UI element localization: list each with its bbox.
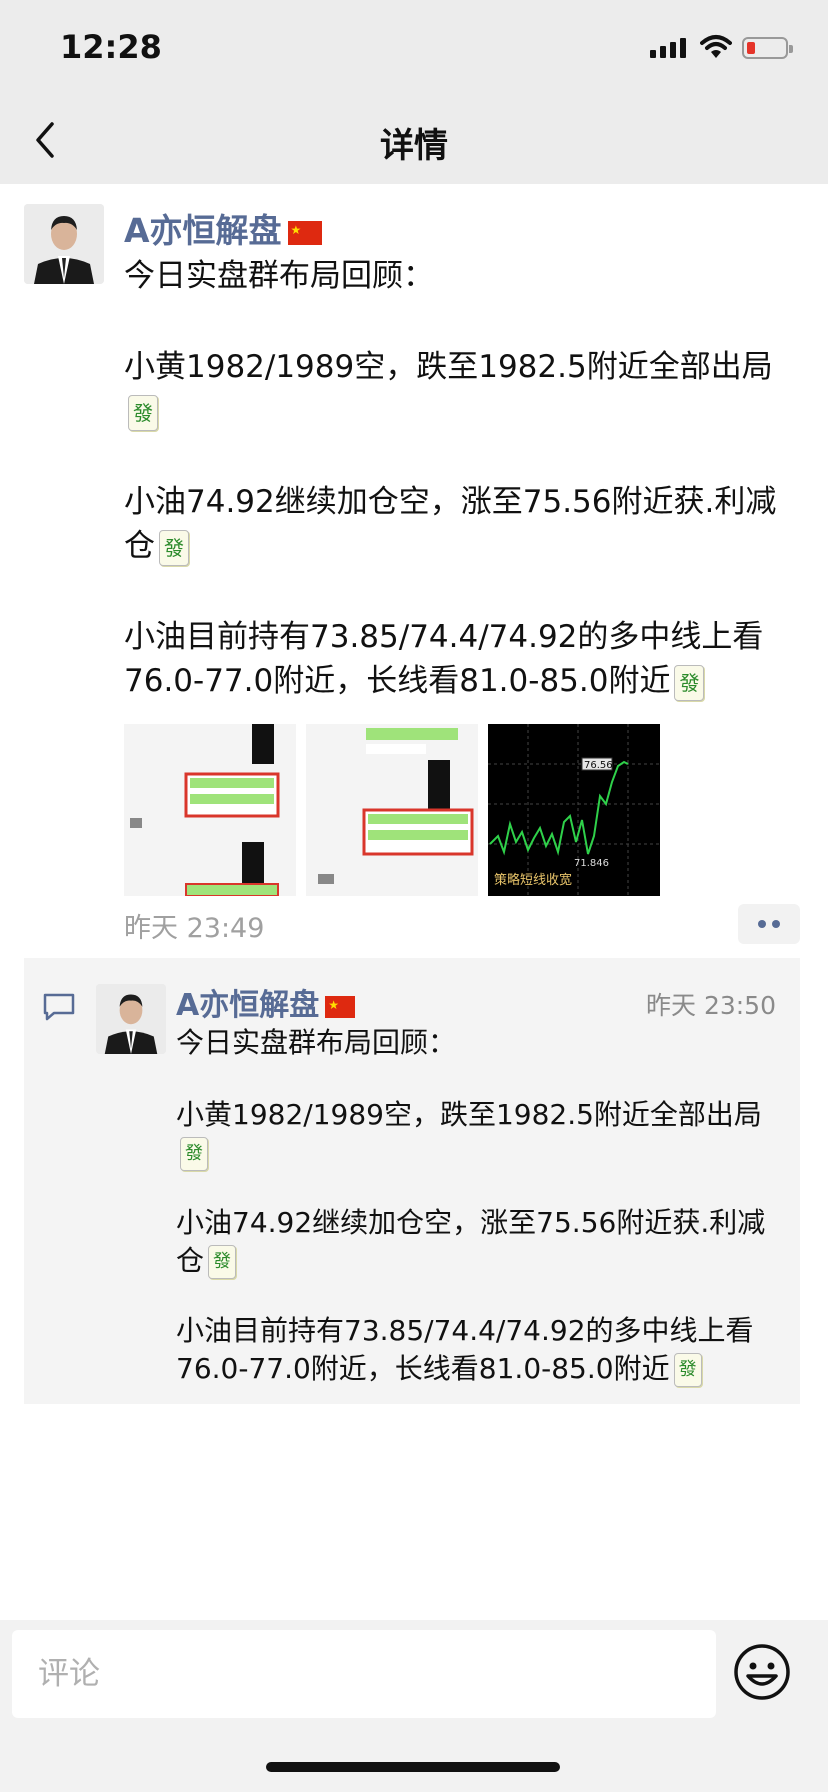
wifi-icon bbox=[700, 35, 732, 58]
status-bar: 12:28 bbox=[0, 0, 828, 96]
commenter-name[interactable]: A亦恒解盘 ★ bbox=[176, 980, 356, 1024]
comment-line: 小油目前持有73.85/74.4/74.92的多中线上看76.0-77.0附近，… bbox=[176, 1314, 754, 1387]
fa-tile-icon: 發 bbox=[180, 1137, 208, 1171]
price-chart-image: 76.56 71.846 策略短线收宽 bbox=[488, 724, 660, 896]
status-time: 12:28 bbox=[60, 28, 162, 66]
battery-icon bbox=[742, 37, 793, 59]
chat-screenshot-image bbox=[124, 724, 296, 896]
fa-tile-icon: 發 bbox=[674, 664, 705, 701]
post-image-1[interactable] bbox=[124, 724, 296, 896]
chart-label-bottom: 71.846 bbox=[574, 858, 609, 869]
post-content: 今日实盘群布局回顾： 小黄1982/1989空，跌至1982.5附近全部出局發 … bbox=[124, 254, 804, 703]
author-name[interactable]: A亦恒解盘 ★ bbox=[124, 204, 322, 252]
fa-tile-icon: 發 bbox=[128, 394, 158, 431]
commenter-avatar[interactable] bbox=[96, 984, 166, 1054]
chat-screenshot-image bbox=[306, 724, 478, 896]
post-timestamp: 昨天 23:49 bbox=[124, 913, 265, 944]
home-indicator bbox=[266, 1762, 560, 1772]
post-line: 小黄1982/1989空，跌至1982.5附近全部出局發 bbox=[124, 345, 804, 433]
more-dots-icon bbox=[758, 920, 766, 928]
china-flag-icon: ★ bbox=[287, 220, 322, 245]
comment-content: 今日实盘群布局回顾： 小黄1982/1989空，跌至1982.5附近全部出局發 … bbox=[176, 1024, 776, 1388]
post-line: 小油目前持有73.85/74.4/74.92的多中线上看76.0-77.0附近，… bbox=[124, 619, 764, 701]
avatar-image bbox=[96, 984, 166, 1054]
comment-line: 小黄1982/1989空，跌至1982.5附近全部出局發 bbox=[176, 1096, 776, 1172]
fa-tile-icon: 發 bbox=[159, 529, 189, 566]
fa-tile-icon: 發 bbox=[208, 1245, 237, 1279]
comment-section: A亦恒解盘 ★ 昨天 23:50 今日实盘群布局回顾： 小黄1982/1989空，… bbox=[24, 958, 800, 1404]
chart-label-top: 76.56 bbox=[584, 760, 613, 771]
post-line: 今日实盘群布局回顾： bbox=[124, 258, 434, 294]
post-line: 小油74.92继续加仓空，涨至75.56附近获.利减仓發 bbox=[124, 484, 777, 566]
avatar-image bbox=[24, 204, 104, 284]
post-image-2[interactable] bbox=[306, 724, 478, 896]
more-dots-icon bbox=[772, 920, 780, 928]
emoji-icon[interactable] bbox=[732, 1642, 792, 1702]
comment-line: 今日实盘群布局回顾： bbox=[176, 1026, 457, 1059]
page-title: 详情 bbox=[380, 126, 448, 166]
comment-input[interactable]: 评论 bbox=[12, 1630, 716, 1718]
more-actions-button[interactable] bbox=[738, 904, 800, 944]
comment-bubble-icon bbox=[43, 993, 75, 1021]
china-flag-icon: ★ bbox=[325, 995, 356, 1018]
nav-bar: 详情 bbox=[0, 96, 828, 184]
comment-timestamp: 昨天 23:50 bbox=[646, 991, 776, 1020]
signal-icon bbox=[650, 38, 686, 58]
fa-tile-icon: 發 bbox=[673, 1353, 702, 1387]
comment-line: 小油74.92继续加仓空，涨至75.56附近获.利减仓發 bbox=[176, 1206, 766, 1279]
author-avatar[interactable] bbox=[24, 204, 104, 284]
post-image-3[interactable]: 76.56 71.846 策略短线收宽 bbox=[488, 724, 660, 896]
chart-caption: 策略短线收宽 bbox=[494, 872, 572, 888]
